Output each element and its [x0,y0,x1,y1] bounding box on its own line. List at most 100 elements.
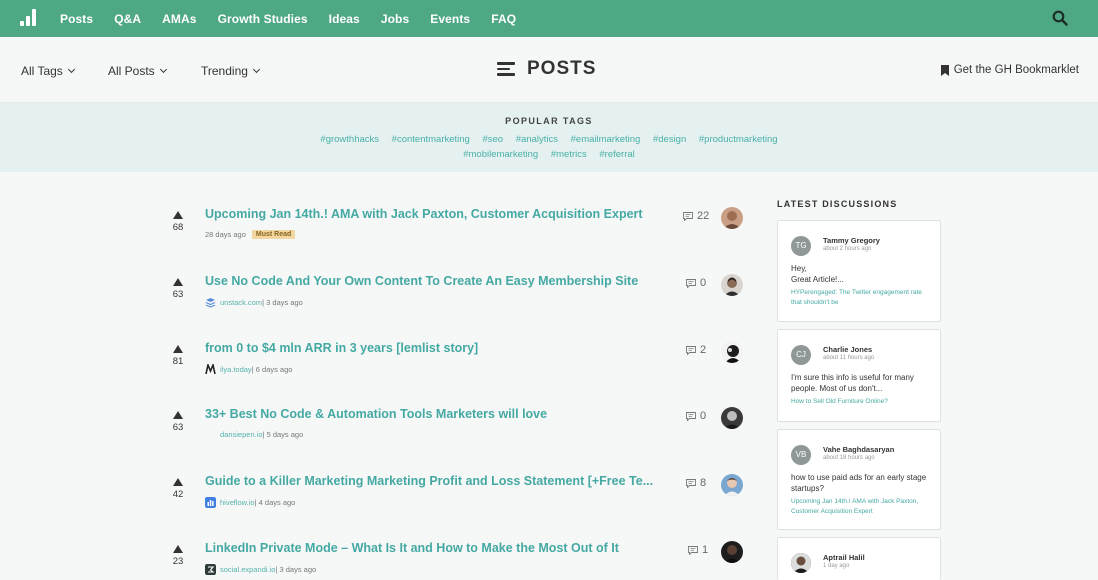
upvote-button[interactable]: 63 [170,407,186,433]
nav-item-ideas[interactable]: Ideas [329,12,360,26]
vote-count: 42 [172,489,184,500]
comments-link[interactable]: 22 [683,210,709,222]
discussion-body-line: Hey, [791,264,807,273]
search-icon[interactable] [1052,10,1068,26]
comment-icon [686,278,696,288]
vote-count: 81 [172,356,184,367]
bookmarklet-link[interactable]: Get the GH Bookmarklet [940,64,1079,76]
upvote-arrow-icon [173,411,183,419]
post-item: 68 Upcoming Jan 14th.! AMA with Jack Pax… [170,207,750,257]
comment-count: 8 [700,477,707,489]
post-time: 28 days ago [205,230,246,239]
post-source-link[interactable]: hiveflow.io [220,498,255,507]
discussion-time: about 11 hours ago [823,355,875,361]
avatar[interactable] [721,207,743,229]
comment-count: 2 [700,344,707,356]
comment-count: 0 [700,410,707,422]
vote-count: 63 [172,289,184,300]
comments-link[interactable]: 0 [686,277,706,289]
avatar[interactable] [721,407,743,429]
tag-link[interactable]: #growthhacks [320,134,379,145]
nav-item-qa[interactable]: Q&A [114,12,141,26]
discussion-post-link[interactable]: HYPerengaged: The Twitter engagement rat… [791,288,933,307]
discussion-card[interactable]: TG Tammy Gregory about 2 hours ago Hey, … [777,220,941,322]
tag-link[interactable]: #metrics [551,149,587,160]
tag-link[interactable]: #analytics [516,134,558,145]
discussion-body: how to use paid ads for an early stage s… [791,472,933,494]
vote-count: 63 [172,422,184,433]
nav-item-posts[interactable]: Posts [60,12,93,26]
discussion-card[interactable]: VB Vahe Baghdasaryan about 18 hours ago … [777,429,941,530]
nav-item-jobs[interactable]: Jobs [381,12,409,26]
post-title-link[interactable]: Upcoming Jan 14th.! AMA with Jack Paxton… [205,207,643,221]
upvote-button[interactable]: 23 [170,541,186,567]
post-title-link[interactable]: from 0 to $4 mln ARR in 3 years [lemlist… [205,341,478,355]
discussion-card[interactable]: CJ Charlie Jones about 11 hours ago I'm … [777,329,941,422]
post-source-link[interactable]: unstack.com [220,298,262,307]
comments-link[interactable]: 0 [686,410,706,422]
discussion-body: I'm sure this info is useful for many pe… [791,372,933,394]
nav-item-faq[interactable]: FAQ [491,12,516,26]
discussion-author[interactable]: Charlie Jones [823,345,872,354]
post-item: 23 LinkedIn Private Mode – What Is It an… [170,541,750,580]
bookmarklet-label: Get the GH Bookmarklet [953,64,1079,76]
main-nav: Posts Q&A AMAs Growth Studies Ideas Jobs… [60,0,537,37]
upvote-button[interactable]: 63 [170,274,186,300]
discussion-post-link[interactable]: How to Sell Old Furniture Online? [791,397,933,407]
comments-link[interactable]: 8 [686,477,706,489]
comment-count: 0 [700,277,707,289]
all-posts-label: All Posts [108,64,155,78]
upvote-arrow-icon [173,545,183,553]
tag-link[interactable]: #mobilemarketing [463,149,538,160]
upvote-button[interactable]: 68 [170,207,186,233]
post-source-link[interactable]: ilya.today [220,365,252,374]
post-title-link[interactable]: LinkedIn Private Mode – What Is It and H… [205,541,619,555]
avatar[interactable] [721,474,743,496]
comment-count: 22 [697,210,710,222]
bookmark-icon [940,64,949,76]
post-source-link[interactable]: dansiepen.io [220,430,263,439]
discussion-author[interactable]: Aptrail Halil [823,553,865,562]
post-meta: dansiepen.io | 5 days ago [205,430,303,439]
post-title-link[interactable]: 33+ Best No Code & Automation Tools Mark… [205,407,547,421]
avatar[interactable] [721,541,743,563]
discussion-body: Hey, Great Article!... [791,263,933,285]
must-read-badge: Must Read [251,230,296,239]
upvote-button[interactable]: 81 [170,341,186,367]
discussion-post-link[interactable]: Upcoming Jan 14th.! AMA with Jack Paxton… [791,497,933,516]
comment-icon [686,411,696,421]
chevron-down-icon [252,65,260,74]
tags-row: #growthhacks #contentmarketing #seo #ana… [0,132,1098,147]
tag-link[interactable]: #seo [482,134,503,145]
trending-dropdown[interactable]: Trending [201,64,260,78]
post-meta: social.expandi.io | 3 days ago [205,564,316,575]
all-tags-dropdown[interactable]: All Tags [21,64,75,78]
post-source-link[interactable]: social.expandi.io [220,565,275,574]
discussion-author[interactable]: Vahe Baghdasaryan [823,445,894,454]
vote-count: 23 [172,556,184,567]
tag-link[interactable]: #design [653,134,686,145]
comments-link[interactable]: 1 [688,544,708,556]
post-item: 63 33+ Best No Code & Automation Tools M… [170,407,750,457]
post-title-link[interactable]: Use No Code And Your Own Content To Crea… [205,274,638,288]
tag-link[interactable]: #emailmarketing [571,134,641,145]
post-meta: 28 days ago Must Read [205,230,296,239]
post-title-link[interactable]: Guide to a Killer Marketing Marketing Pr… [205,474,653,488]
nav-item-events[interactable]: Events [430,12,470,26]
growthhackers-logo-icon[interactable] [20,8,38,26]
nav-item-growth-studies[interactable]: Growth Studies [218,12,308,26]
trending-label: Trending [201,64,248,78]
comments-link[interactable]: 2 [686,344,706,356]
discussion-author[interactable]: Tammy Gregory [823,236,880,245]
avatar[interactable] [721,274,743,296]
all-posts-dropdown[interactable]: All Posts [108,64,167,78]
upvote-button[interactable]: 42 [170,474,186,500]
avatar[interactable] [721,341,743,363]
tag-link[interactable]: #referral [599,149,634,160]
tag-link[interactable]: #productmarketing [699,134,778,145]
tag-link[interactable]: #contentmarketing [392,134,470,145]
page-title: POSTS [497,58,596,80]
nav-item-amas[interactable]: AMAs [162,12,196,26]
top-navbar: Posts Q&A AMAs Growth Studies Ideas Jobs… [0,0,1098,37]
discussion-card[interactable]: Aptrail Halil 1 day ago [777,537,941,580]
